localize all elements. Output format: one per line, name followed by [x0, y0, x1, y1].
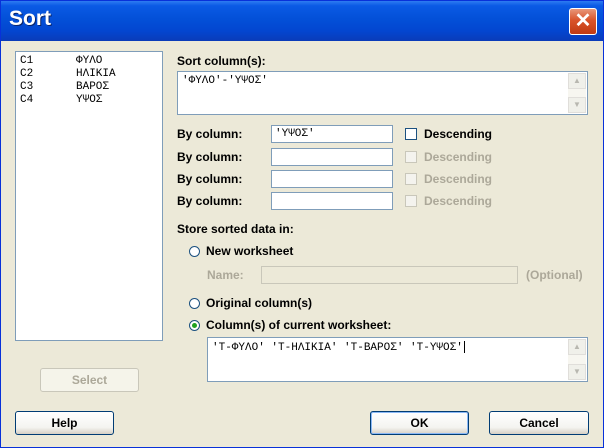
- close-button[interactable]: ✕: [569, 8, 597, 35]
- current-worksheet-radio[interactable]: [189, 320, 200, 331]
- descending-label-1: Descending: [424, 127, 493, 141]
- current-worksheet-label: Column(s) of current worksheet:: [206, 318, 392, 332]
- text-cursor: [463, 341, 465, 353]
- sort-columns-value: 'ΦΥΛΟ'-'ΥΨΟΣ': [182, 75, 268, 87]
- close-icon: ✕: [574, 10, 592, 32]
- title-bar[interactable]: Sort ✕: [1, 1, 603, 41]
- store-label: Store sorted data in:: [177, 222, 294, 236]
- column-id: C3: [20, 81, 34, 93]
- by-column-label-3: By column:: [177, 172, 243, 186]
- by-column-input-2[interactable]: [271, 148, 393, 166]
- column-id: C4: [20, 94, 34, 106]
- by-column-label-4: By column:: [177, 194, 243, 208]
- descending-checkbox-4[interactable]: [405, 195, 417, 207]
- descending-label-2: Descending: [424, 150, 493, 164]
- scroll-down-icon[interactable]: ▼: [568, 364, 586, 380]
- scroll-up-icon[interactable]: ▲: [568, 73, 586, 89]
- column-name: ΥΨΟΣ: [76, 94, 103, 106]
- column-name: ΒΑΡΟΣ: [76, 81, 110, 93]
- scroll-down-icon[interactable]: ▼: [568, 97, 586, 113]
- original-columns-radio[interactable]: [189, 298, 200, 309]
- help-button[interactable]: Help: [15, 411, 114, 435]
- by-column-input-3[interactable]: [271, 170, 393, 188]
- by-column-input-4[interactable]: [271, 192, 393, 210]
- window-title: Sort: [9, 7, 51, 30]
- new-worksheet-label: New worksheet: [206, 244, 294, 258]
- descending-checkbox-1[interactable]: [405, 128, 417, 140]
- current-worksheet-columns-field[interactable]: 'Τ-ΦΥΛΟ' 'Τ-ΗΛΙΚΙΑ' 'Τ-ΒΑΡΟΣ' 'Τ-ΥΨΟΣ' ▲…: [207, 337, 588, 382]
- by-column-label-1: By column:: [177, 127, 243, 141]
- select-button[interactable]: Select: [40, 368, 139, 392]
- sort-dialog: Sort ✕ C1 ΦΥΛΟ C2 ΗΛΙΚΙΑ C3 ΒΑΡΟΣ C4 ΥΨΟ…: [0, 0, 604, 448]
- new-worksheet-radio[interactable]: [189, 246, 200, 257]
- scrollbar[interactable]: ▲ ▼: [568, 73, 586, 113]
- column-id: C2: [20, 68, 34, 80]
- descending-label-3: Descending: [424, 172, 493, 186]
- scrollbar[interactable]: ▲ ▼: [568, 339, 586, 380]
- by-column-input-1[interactable]: 'ΥΨΟΣ': [271, 125, 393, 143]
- descending-label-4: Descending: [424, 194, 493, 208]
- cancel-button[interactable]: Cancel: [489, 411, 589, 435]
- sort-columns-label: Sort column(s):: [177, 54, 266, 68]
- column-list[interactable]: C1 ΦΥΛΟ C2 ΗΛΙΚΙΑ C3 ΒΑΡΟΣ C4 ΥΨΟΣ: [15, 51, 163, 341]
- descending-checkbox-2[interactable]: [405, 151, 417, 163]
- by-column-label-2: By column:: [177, 150, 243, 164]
- optional-label: (Optional): [526, 268, 583, 282]
- sort-columns-field[interactable]: 'ΦΥΛΟ'-'ΥΨΟΣ' ▲ ▼: [177, 71, 588, 115]
- column-name: ΗΛΙΚΙΑ: [76, 68, 116, 80]
- original-columns-label: Original column(s): [206, 296, 313, 310]
- radio-selected-dot: [192, 323, 197, 328]
- current-worksheet-columns-value: 'Τ-ΦΥΛΟ' 'Τ-ΗΛΙΚΙΑ' 'Τ-ΒΑΡΟΣ' 'Τ-ΥΨΟΣ': [212, 341, 463, 354]
- name-label: Name:: [207, 268, 244, 282]
- descending-checkbox-3[interactable]: [405, 173, 417, 185]
- worksheet-name-input[interactable]: [261, 266, 518, 284]
- ok-button[interactable]: OK: [370, 411, 469, 435]
- column-name: ΦΥΛΟ: [76, 55, 103, 67]
- scroll-up-icon[interactable]: ▲: [568, 339, 586, 355]
- column-id: C1: [20, 55, 34, 67]
